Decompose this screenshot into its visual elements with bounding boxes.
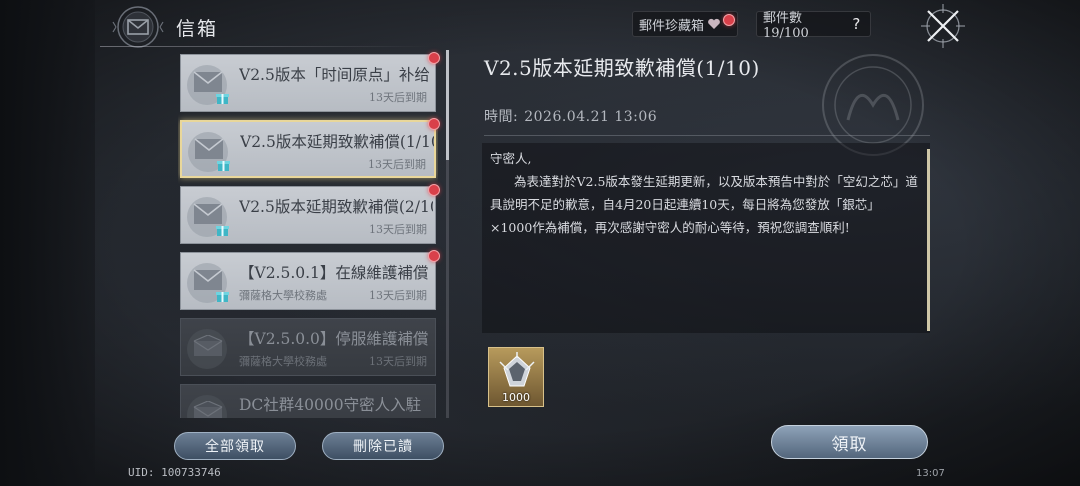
claim-all-button[interactable]: 全部領取 (174, 432, 296, 460)
mail-subject: DC社群40000守密人入駐 (239, 396, 422, 414)
mail-collection-label: 郵件珍藏箱 (639, 18, 705, 34)
open-envelope-icon (193, 401, 223, 418)
mail-body-text: 為表達對於V2.5版本發生延期更新，以及版本預告中對於「空幻之芯」道具說明不足的… (490, 174, 918, 235)
mail-item[interactable]: 【V2.5.0.1】在線維護補償 彌薩格大學校務處 13天后到期 (180, 252, 436, 310)
mail-expire: 13天后到期 (369, 289, 427, 302)
unread-dot (428, 52, 440, 64)
claim-button[interactable]: 領取 (771, 425, 928, 459)
gift-icon (216, 292, 229, 302)
detail-divider (484, 135, 930, 136)
help-icon[interactable]: ? (849, 15, 864, 33)
envelope-icon (194, 138, 224, 159)
mail-expire: 13天后到期 (369, 355, 427, 368)
heart-icon (708, 18, 720, 29)
mail-subject: 【V2.5.0.0】停服維護補償 (239, 330, 429, 348)
mail-expire: 13天后到期 (369, 91, 427, 104)
mail-sender: 彌薩格大學校務處 (239, 289, 327, 302)
mail-list-scrollbar[interactable] (446, 50, 449, 418)
mail-body-scrollbar[interactable] (927, 149, 930, 331)
mail-item-read[interactable]: DC社群40000守密人入駐 (180, 384, 436, 418)
gift-icon (216, 226, 229, 236)
mail-sender: 彌薩格大學校務處 (239, 355, 327, 368)
mail-list-scroll-thumb[interactable] (446, 50, 449, 160)
mail-subject: V2.5版本延期致歉補償(2/10 (239, 198, 433, 216)
mail-collection-button[interactable]: 郵件珍藏箱 (632, 11, 738, 37)
mail-list[interactable]: V2.5版本「时间原点」补给 13天后到期 V2.5版本延期致歉補償(1/10 … (178, 54, 438, 418)
envelope-icon (193, 203, 223, 224)
unread-dot (428, 250, 440, 262)
silver-core-icon (499, 352, 535, 387)
mail-count-label: 郵件數19/100 (763, 11, 809, 41)
envelope-icon (193, 269, 223, 290)
close-icon[interactable] (920, 3, 966, 49)
time-value: 2026.04.21 13:06 (524, 109, 658, 125)
page-title: 信箱 (176, 18, 219, 40)
collection-notification-dot (723, 14, 735, 26)
mailbox-emblem-icon (112, 6, 164, 48)
mail-subject: V2.5版本延期致歉補償(1/10 (240, 133, 434, 151)
left-shadow (0, 0, 95, 486)
gift-icon (217, 161, 230, 171)
mail-item[interactable]: V2.5版本延期致歉補償(2/10 13天后到期 (180, 186, 436, 244)
header-divider (100, 46, 430, 47)
mail-expire: 13天后到期 (369, 223, 427, 236)
mail-greeting: 守密人, (490, 151, 532, 166)
gift-icon (216, 94, 229, 104)
open-envelope-icon (193, 335, 223, 356)
mail-item-read[interactable]: 【V2.5.0.0】停服維護補償 彌薩格大學校務處 13天后到期 (180, 318, 436, 376)
mail-detail-time: 時間: 2026.04.21 13:06 (484, 106, 657, 126)
mail-count-badge: 郵件數19/100 ? (756, 11, 871, 41)
mail-subject: 【V2.5.0.1】在線維護補償 (239, 264, 429, 282)
unread-dot (428, 184, 440, 196)
mail-body: 守密人, 為表達對於V2.5版本發生延期更新，以及版本預告中對於「空幻之芯」道具… (490, 147, 922, 239)
mail-expire: 13天后到期 (368, 158, 426, 171)
uid-label: UID: 100733746 (128, 466, 221, 479)
time-label: 時間: (484, 109, 519, 125)
mail-subject: V2.5版本「时间原点」补给 (239, 66, 430, 84)
delete-read-button[interactable]: 刪除已讀 (322, 432, 444, 460)
envelope-icon (193, 71, 223, 92)
mail-item[interactable]: V2.5版本「时间原点」补给 13天后到期 (180, 54, 436, 112)
attachment-item[interactable]: 1000 (488, 347, 544, 407)
unread-dot (428, 118, 440, 130)
mail-detail-title: V2.5版本延期致歉補償(1/10) (484, 56, 760, 80)
clock-time: 13:07 (916, 468, 945, 479)
mail-item-selected[interactable]: V2.5版本延期致歉補償(1/10 13天后到期 (180, 120, 436, 178)
attachment-quantity: 1000 (502, 391, 530, 404)
